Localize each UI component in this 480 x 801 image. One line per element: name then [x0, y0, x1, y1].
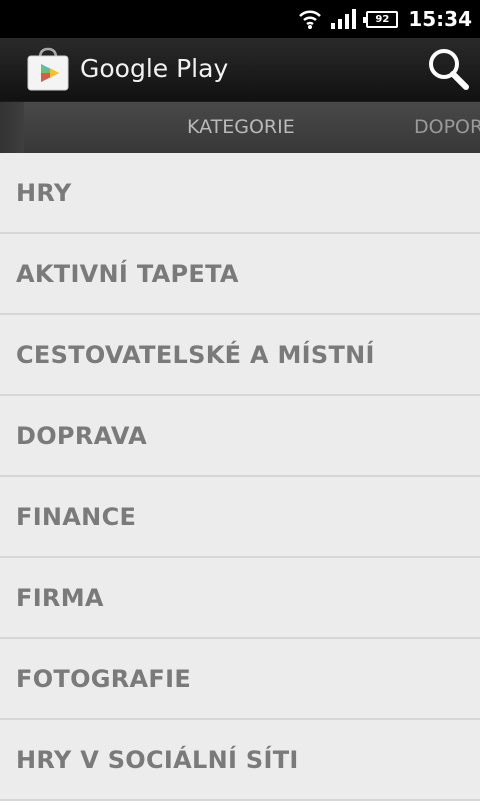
tab-doporucene[interactable]: DOPOR	[414, 116, 480, 138]
list-item-label: FINANCE	[16, 502, 137, 531]
tab-strip: KATEGORIE DOPOR	[0, 101, 480, 154]
list-item-label: AKTIVNÍ TAPETA	[16, 259, 239, 288]
list-item-cestovatelske[interactable]: CESTOVATELSKÉ A MÍSTNÍ	[0, 315, 480, 396]
wifi-icon	[298, 8, 322, 30]
list-item-firma[interactable]: FIRMA	[0, 558, 480, 639]
list-item-label: CESTOVATELSKÉ A MÍSTNÍ	[16, 340, 375, 369]
action-bar: Google Play	[0, 38, 480, 101]
list-item-hry[interactable]: HRY	[0, 153, 480, 234]
signal-strength-icon	[330, 8, 358, 30]
tab-kategorie[interactable]: KATEGORIE	[187, 116, 295, 138]
list-item-fotografie[interactable]: FOTOGRAFIE	[0, 639, 480, 720]
list-item-aktivni-tapeta[interactable]: AKTIVNÍ TAPETA	[0, 234, 480, 315]
list-item-doprava[interactable]: DOPRAVA	[0, 396, 480, 477]
list-item-hry-v-socialni-siti[interactable]: HRY V SOCIÁLNÍ SÍTI	[0, 720, 480, 801]
list-item-label: FOTOGRAFIE	[16, 664, 192, 693]
list-item-label: FIRMA	[16, 583, 104, 612]
battery-icon: 92	[363, 10, 399, 28]
battery-level: 92	[375, 13, 390, 25]
category-list: HRY AKTIVNÍ TAPETA CESTOVATELSKÉ A MÍSTN…	[0, 153, 480, 801]
app-title: Google Play	[80, 54, 229, 83]
status-clock: 15:34	[408, 7, 472, 31]
search-icon[interactable]	[426, 46, 470, 92]
list-item-label: HRY	[16, 178, 72, 207]
list-item-label: HRY V SOCIÁLNÍ SÍTI	[16, 745, 299, 774]
list-item-label: DOPRAVA	[16, 421, 147, 450]
list-item-finance[interactable]: FINANCE	[0, 477, 480, 558]
tab-edge-shade	[0, 102, 24, 154]
google-play-logo-icon[interactable]	[24, 46, 72, 92]
status-icons: 92 15:34	[298, 0, 472, 38]
status-bar: 92 15:34	[0, 0, 480, 38]
